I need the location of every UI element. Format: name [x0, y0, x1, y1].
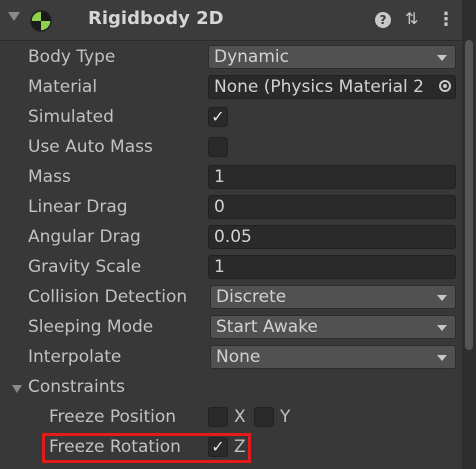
scrollbar[interactable]: [462, 0, 476, 469]
use-auto-mass-checkbox[interactable]: [208, 137, 228, 157]
freeze-position-y-label: Y: [280, 407, 291, 427]
collision-detection-row: Collision Detection Discrete: [0, 283, 462, 313]
simulated-label: Simulated: [28, 107, 114, 127]
use-auto-mass-row: Use Auto Mass: [0, 133, 462, 163]
interpolate-dropdown[interactable]: None: [210, 345, 456, 369]
dropdown-arrow-icon: [437, 355, 447, 361]
mass-label: Mass: [28, 167, 71, 187]
kebab-menu-icon[interactable]: ⋮: [437, 9, 455, 30]
sleeping-mode-value: Start Awake: [216, 317, 318, 337]
simulated-checkbox[interactable]: ✓: [208, 107, 228, 127]
mass-row: Mass 1: [0, 163, 462, 193]
scrollbar-thumb[interactable]: [465, 40, 473, 350]
angular-drag-row: Angular Drag 0.05: [0, 223, 462, 253]
freeze-position-x-checkbox[interactable]: [208, 407, 228, 427]
body-type-label: Body Type: [28, 47, 116, 67]
gravity-scale-row: Gravity Scale 1: [0, 253, 462, 283]
collision-detection-value: Discrete: [216, 287, 287, 307]
linear-drag-label: Linear Drag: [28, 197, 128, 217]
component-title: Rigidbody 2D: [88, 8, 224, 29]
constraints-label: Constraints: [28, 377, 125, 397]
gravity-scale-input[interactable]: 1: [208, 255, 456, 279]
body-type-value: Dynamic: [214, 47, 289, 67]
linear-drag-input[interactable]: 0: [208, 195, 456, 219]
collision-detection-label: Collision Detection: [28, 287, 188, 307]
preset-icon[interactable]: ⇅: [405, 9, 418, 28]
material-row: Material None (Physics Material 2: [0, 73, 462, 103]
interpolate-label: Interpolate: [28, 347, 122, 367]
gravity-scale-label: Gravity Scale: [28, 257, 142, 277]
material-value: None (Physics Material 2: [214, 77, 424, 97]
sleeping-mode-row: Sleeping Mode Start Awake: [0, 313, 462, 343]
interpolate-row: Interpolate None: [0, 343, 462, 373]
interpolate-value: None: [216, 347, 261, 367]
foldout-arrow-icon[interactable]: [12, 385, 22, 393]
body-type-row: Body Type Dynamic: [0, 43, 462, 73]
angular-drag-label: Angular Drag: [28, 227, 141, 247]
material-label: Material: [28, 77, 98, 97]
dropdown-arrow-icon: [437, 325, 447, 331]
sleeping-mode-dropdown[interactable]: Start Awake: [210, 315, 456, 339]
sleeping-mode-label: Sleeping Mode: [28, 317, 154, 337]
dropdown-arrow-icon: [437, 295, 447, 301]
freeze-position-row: Freeze Position X Y: [0, 403, 462, 433]
freeze-position-x-label: X: [234, 407, 246, 427]
freeze-position-label: Freeze Position: [49, 407, 177, 427]
object-picker-icon[interactable]: [439, 80, 451, 92]
collision-detection-dropdown[interactable]: Discrete: [210, 285, 456, 309]
use-auto-mass-label: Use Auto Mass: [28, 137, 153, 157]
component-header[interactable]: Rigidbody 2D ? ⇅ ⋮: [0, 0, 462, 41]
linear-drag-row: Linear Drag 0: [0, 193, 462, 223]
dropdown-arrow-icon: [437, 55, 447, 61]
angular-drag-input[interactable]: 0.05: [208, 225, 456, 249]
body-type-dropdown[interactable]: Dynamic: [208, 45, 456, 69]
mass-input[interactable]: 1: [208, 165, 456, 189]
simulated-row: Simulated ✓: [0, 103, 462, 133]
foldout-arrow-icon[interactable]: [8, 12, 20, 21]
help-icon[interactable]: ?: [375, 12, 391, 28]
highlight-box: [42, 433, 251, 463]
constraints-foldout[interactable]: Constraints: [0, 373, 462, 403]
rigidbody2d-enable-icon[interactable]: [30, 10, 52, 32]
freeze-position-y-checkbox[interactable]: [254, 407, 274, 427]
material-object-field[interactable]: None (Physics Material 2: [208, 75, 456, 99]
